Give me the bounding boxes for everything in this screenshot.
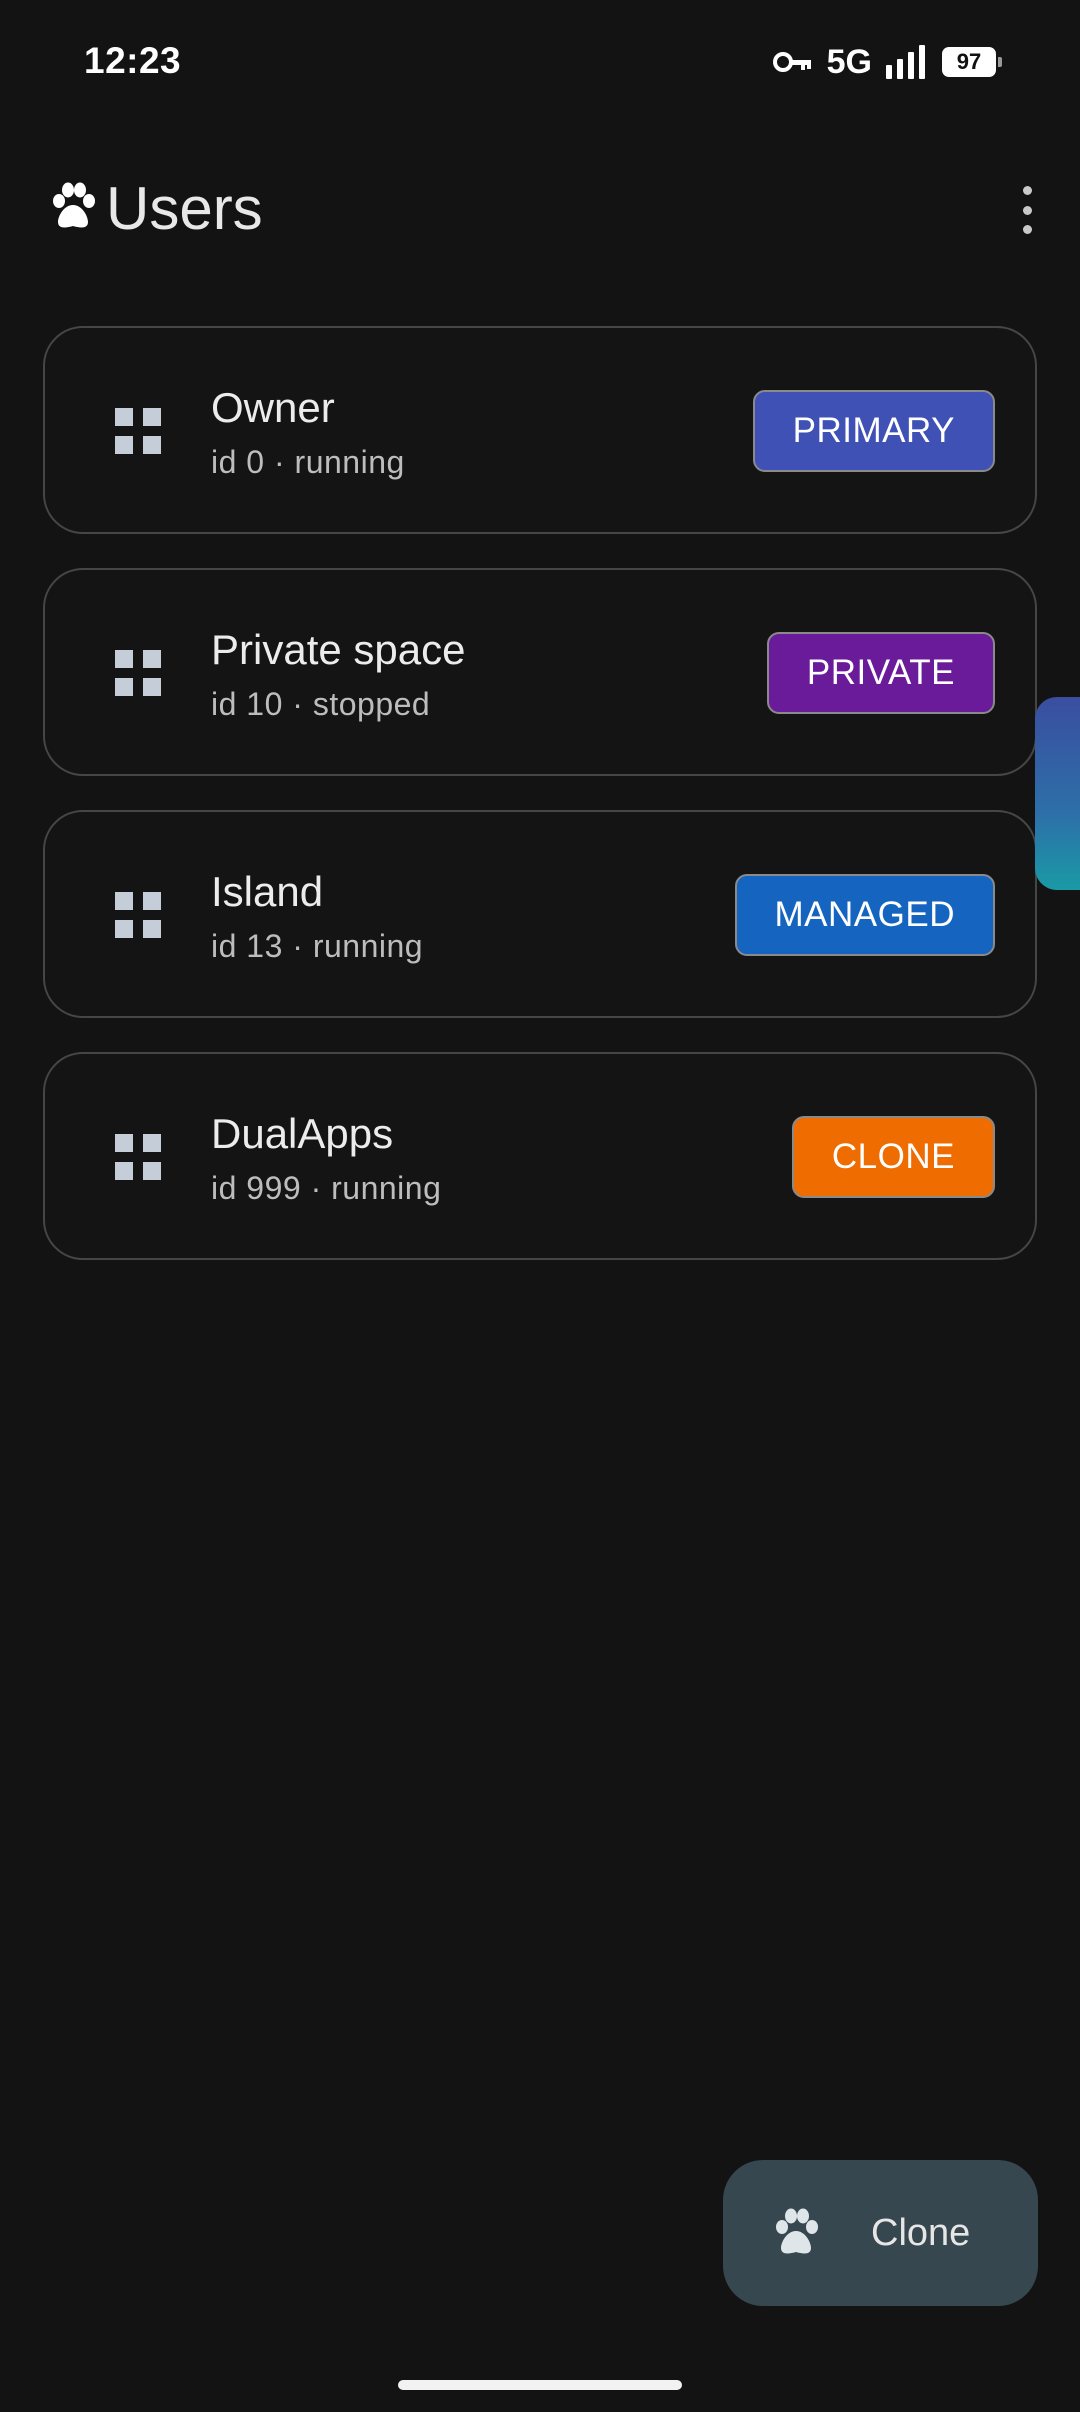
user-badge: MANAGED <box>734 874 995 956</box>
vpn-key-icon <box>772 52 811 72</box>
status-time: 12:23 <box>84 40 182 81</box>
user-badge: PRIMARY <box>752 390 995 472</box>
user-card-private-space[interactable]: Private space id 10 · stopped PRIVATE <box>43 568 1037 776</box>
status-icons: 5G 97 <box>772 42 1002 82</box>
paw-icon <box>53 182 95 228</box>
scroll-handle[interactable] <box>1035 697 1080 890</box>
user-meta: id 10 · stopped <box>211 686 431 722</box>
user-name: Island <box>211 868 324 915</box>
user-name: Owner <box>211 384 335 431</box>
user-meta: id 13 · running <box>211 928 424 964</box>
clone-fab-button[interactable]: Clone <box>723 2160 1038 2306</box>
apps-grid-icon <box>115 892 161 938</box>
battery-icon: 97 <box>942 47 1002 77</box>
user-meta: id 999 · running <box>211 1170 442 1206</box>
status-bar: 12:23 5G 97 <box>0 0 1080 125</box>
user-name: DualApps <box>211 1110 394 1157</box>
user-card-owner[interactable]: Owner id 0 · running PRIMARY <box>43 326 1037 534</box>
battery-level: 97 <box>956 49 982 74</box>
apps-grid-icon <box>115 650 161 696</box>
user-name: Private space <box>211 626 466 673</box>
apps-grid-icon <box>115 408 161 454</box>
app-bar: Users <box>0 160 1080 260</box>
signal-icon <box>886 45 925 79</box>
user-badge: CLONE <box>791 1116 995 1198</box>
user-card-island[interactable]: Island id 13 · running MANAGED <box>43 810 1037 1018</box>
user-meta: id 0 · running <box>211 444 405 480</box>
network-type: 5G <box>826 42 872 81</box>
paw-icon <box>776 2208 818 2254</box>
home-indicator[interactable] <box>398 2380 682 2390</box>
users-screen: 12:23 5G 97 Users Owner id 0 · running P… <box>0 0 1080 2412</box>
page-title: Users <box>106 175 263 242</box>
more-options-button[interactable] <box>1012 180 1042 240</box>
fab-label: Clone <box>871 2211 971 2254</box>
user-list: Owner id 0 · running PRIMARY Private spa… <box>43 326 1037 1294</box>
user-card-dualapps[interactable]: DualApps id 999 · running CLONE <box>43 1052 1037 1260</box>
user-badge: PRIVATE <box>766 632 995 714</box>
more-vertical-icon <box>1022 186 1032 195</box>
apps-grid-icon <box>115 1134 161 1180</box>
